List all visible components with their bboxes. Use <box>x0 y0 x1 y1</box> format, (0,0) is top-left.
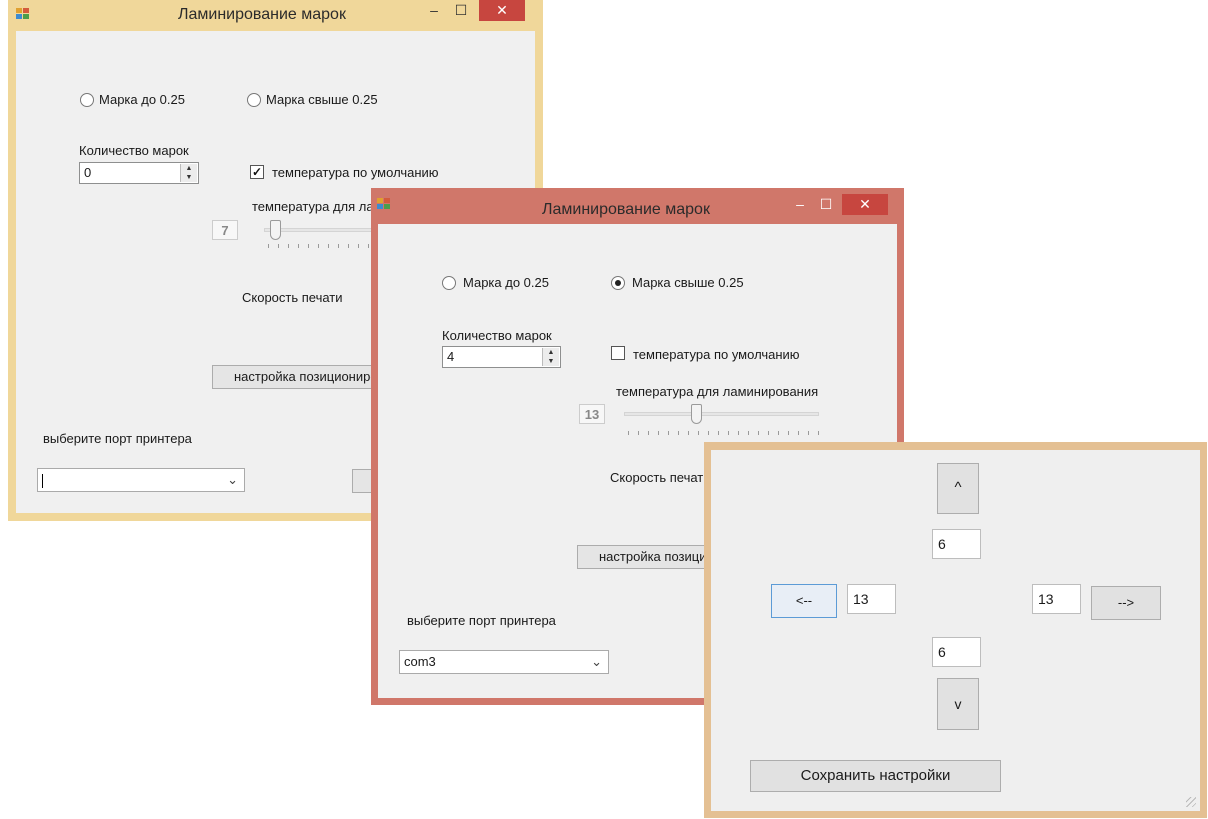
radio-stamp-over-label: Марка свыше 0.25 <box>266 92 378 107</box>
text-caret <box>42 473 43 488</box>
slider-tick <box>318 244 319 248</box>
slider-tick <box>798 431 799 435</box>
spin-up-icon[interactable]: ▲ <box>543 348 559 357</box>
maximize-button[interactable]: ☐ <box>815 194 837 216</box>
spin-down-icon[interactable]: ▼ <box>543 357 559 366</box>
slider-tick <box>668 431 669 435</box>
title-bar[interactable]: Ламинирование марок – ☐ ✕ <box>371 188 904 218</box>
slider-tick <box>308 244 309 248</box>
radio-selected-dot <box>615 280 621 286</box>
app-icon <box>16 8 30 20</box>
spin-up-icon[interactable]: ▲ <box>181 164 197 173</box>
bottom-offset-field[interactable]: 6 <box>932 637 981 667</box>
port-select[interactable]: ⌄ <box>37 468 245 492</box>
slider-tick <box>338 244 339 248</box>
slider-tick <box>728 431 729 435</box>
default-temp-checkbox[interactable] <box>611 346 625 360</box>
move-left-button[interactable]: <-- <box>771 584 837 618</box>
port-label: выберите порт принтера <box>43 431 192 446</box>
slider-tick <box>808 431 809 435</box>
app-icon <box>377 198 391 210</box>
slider-tick <box>698 431 699 435</box>
port-label: выберите порт принтера <box>407 613 556 628</box>
count-value: 4 <box>447 349 455 364</box>
slider-tick <box>328 244 329 248</box>
slider-tick <box>298 244 299 248</box>
minimize-button[interactable]: – <box>423 0 445 22</box>
temp-value: 7 <box>212 220 238 240</box>
spin-buttons[interactable]: ▲ ▼ <box>180 164 197 182</box>
temp-value: 13 <box>579 404 605 424</box>
check-icon: ✓ <box>251 165 263 179</box>
slider-tick <box>348 244 349 248</box>
right-offset-field[interactable]: 13 <box>1032 584 1081 614</box>
spin-down-icon[interactable]: ▼ <box>181 173 197 182</box>
slider-tick <box>288 244 289 248</box>
title-bar[interactable]: Ламинирование марок – ☐ ✕ <box>8 0 543 30</box>
slider-tick <box>678 431 679 435</box>
count-label: Количество марок <box>79 143 189 158</box>
move-down-button[interactable]: v <box>937 678 979 730</box>
speed-label: Скорость печати <box>242 290 343 305</box>
slider-tick <box>748 431 749 435</box>
window-title: Ламинирование марок <box>178 6 346 23</box>
radio-stamp-upto-label: Марка до 0.25 <box>463 275 549 290</box>
chevron-down-icon[interactable]: ⌄ <box>591 651 602 673</box>
temp-slider-thumb[interactable] <box>270 220 281 240</box>
radio-stamp-over[interactable] <box>611 276 625 290</box>
slider-tick <box>278 244 279 248</box>
slider-tick <box>358 244 359 248</box>
count-label: Количество марок <box>442 328 552 343</box>
maximize-button[interactable]: ☐ <box>450 0 472 22</box>
count-value: 0 <box>84 165 92 180</box>
slider-tick <box>718 431 719 435</box>
spin-buttons[interactable]: ▲ ▼ <box>542 348 559 366</box>
radio-stamp-upto-label: Марка до 0.25 <box>99 92 185 107</box>
left-offset-field[interactable]: 13 <box>847 584 896 614</box>
default-temp-checkbox[interactable]: ✓ <box>250 165 264 179</box>
slider-tick <box>768 431 769 435</box>
default-temp-label: температура по умолчанию <box>633 347 800 362</box>
slider-tick <box>688 431 689 435</box>
speed-label: Скорость печати <box>610 470 711 485</box>
move-up-button[interactable]: ^ <box>937 463 979 514</box>
port-select[interactable]: com3 ⌄ <box>399 650 609 674</box>
slider-tick <box>628 431 629 435</box>
slider-ticks <box>628 431 823 436</box>
slider-tick <box>368 244 369 248</box>
radio-stamp-upto[interactable] <box>80 93 94 107</box>
slider-tick <box>778 431 779 435</box>
slider-tick <box>648 431 649 435</box>
slider-tick <box>738 431 739 435</box>
minimize-button[interactable]: – <box>789 194 811 216</box>
temp-label: температура для ламинирования <box>616 384 819 399</box>
radio-stamp-over[interactable] <box>247 93 261 107</box>
count-stepper[interactable]: 4 ▲ ▼ <box>442 346 561 368</box>
slider-tick <box>268 244 269 248</box>
port-value: com3 <box>404 654 436 669</box>
save-settings-button[interactable]: Сохранить настройки <box>750 760 1001 792</box>
close-button[interactable]: ✕ <box>479 0 525 21</box>
client-area: ^ 6 <-- 13 13 --> 6 v Сохранить настройк… <box>711 450 1200 811</box>
close-button[interactable]: ✕ <box>842 194 888 215</box>
slider-tick <box>658 431 659 435</box>
resize-grip[interactable] <box>1186 797 1196 807</box>
position-settings-window: ^ 6 <-- 13 13 --> 6 v Сохранить настройк… <box>704 442 1207 818</box>
slider-tick <box>708 431 709 435</box>
temp-slider-thumb[interactable] <box>691 404 702 424</box>
count-stepper[interactable]: 0 ▲ ▼ <box>79 162 199 184</box>
chevron-down-icon[interactable]: ⌄ <box>227 469 238 491</box>
slider-tick <box>818 431 819 435</box>
top-offset-field[interactable]: 6 <box>932 529 981 559</box>
default-temp-label: температура по умолчанию <box>272 165 439 180</box>
window-title: Ламинирование марок <box>542 201 710 218</box>
slider-tick <box>638 431 639 435</box>
slider-tick <box>758 431 759 435</box>
slider-tick <box>788 431 789 435</box>
move-right-button[interactable]: --> <box>1091 586 1161 620</box>
radio-stamp-over-label: Марка свыше 0.25 <box>632 275 744 290</box>
radio-stamp-upto[interactable] <box>442 276 456 290</box>
temp-slider-track[interactable] <box>624 412 819 416</box>
